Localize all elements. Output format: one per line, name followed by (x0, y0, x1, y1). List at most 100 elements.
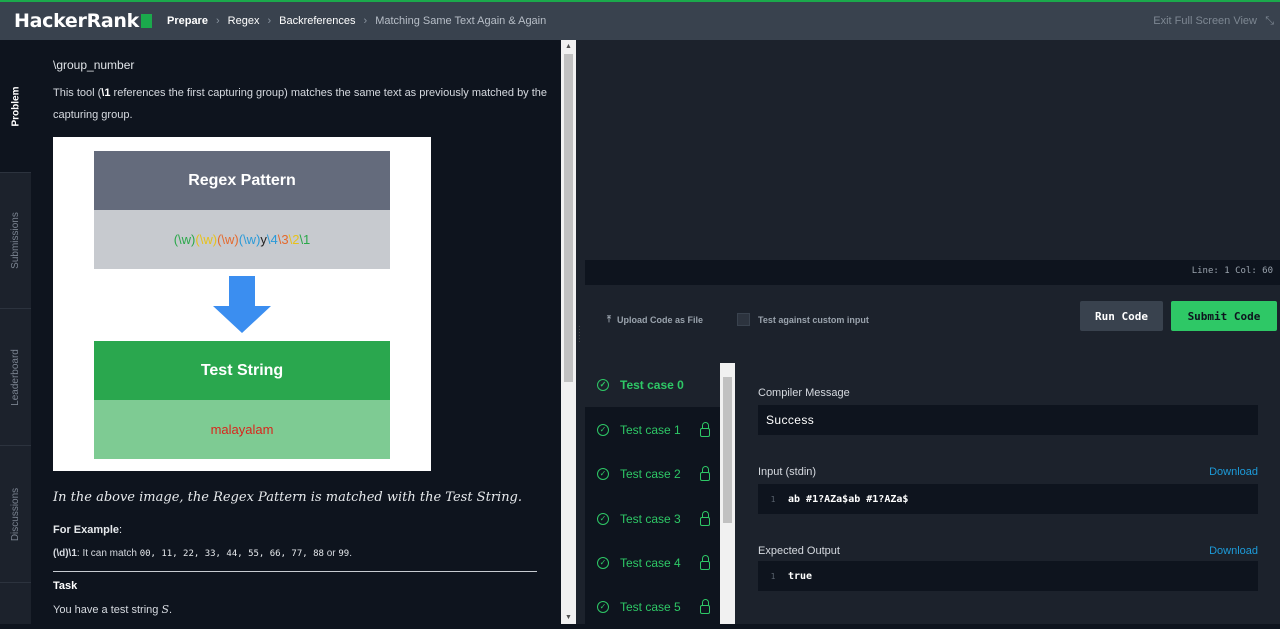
code-editor[interactable] (585, 40, 1280, 260)
intro-text: This tool (\1 references the first captu… (53, 82, 548, 126)
lock-icon (700, 599, 710, 614)
task-heading: Task (53, 580, 78, 592)
pattern-token: \3 (277, 232, 289, 247)
scroll-up-icon[interactable]: ▲ (565, 43, 572, 50)
expected-output-box: 1 true (758, 561, 1258, 591)
tab-problem-label: Problem (10, 85, 22, 127)
lock-icon (700, 422, 710, 437)
custom-input-checkbox[interactable] (737, 313, 750, 326)
scrollbar-thumb[interactable] (564, 54, 573, 382)
test-list-scrollbar[interactable] (720, 363, 735, 624)
test-case-label: Test case 1 (620, 423, 681, 437)
task-end: . (169, 604, 173, 616)
example-heading: For Example: (53, 524, 123, 536)
tab-discussions-label: Discussions (10, 487, 22, 541)
pattern-token: \1 (299, 232, 311, 247)
breadcrumb: Prepare › Regex › Backreferences › Match… (167, 15, 546, 27)
pattern-token: \2 (288, 232, 300, 247)
pattern-title: Regex Pattern (188, 171, 296, 189)
pattern-token: (\w) (195, 232, 218, 247)
upload-icon: ⤒ (607, 314, 611, 324)
tab-leaderboard[interactable]: Leaderboard (0, 309, 31, 446)
problem-scrollbar[interactable]: ▲ ▼ (561, 40, 576, 624)
custom-input-toggle[interactable]: Test against custom input (737, 313, 869, 326)
action-bar: ⤒ Upload Code as File Test against custo… (585, 285, 1280, 363)
upload-label: Upload Code as File (616, 314, 703, 325)
hackerrank-logo[interactable]: HackerRank (14, 10, 152, 32)
example-line: (\d)\1: It can match 00, 11, 22, 33, 44,… (53, 548, 353, 559)
input-download-link[interactable]: Download (1209, 466, 1258, 478)
test-case-label: Test case 2 (620, 467, 681, 481)
test-case-item[interactable]: ✓ Test case 1 (585, 408, 720, 452)
check-circle-icon: ✓ (597, 379, 609, 391)
breadcrumb-regex[interactable]: Regex (228, 15, 260, 27)
tab-submissions[interactable]: Submissions (0, 173, 31, 309)
pattern-token: (\w) (238, 232, 261, 247)
custom-input-label: Test against custom input (758, 314, 869, 325)
pattern-token: (\w) (217, 232, 239, 247)
grip-icon: · · · · · · (578, 322, 581, 346)
test-case-label: Test case 3 (620, 512, 681, 526)
test-case-list: ✓ Test case 0 ✓ Test case 1 ✓ Test case … (585, 363, 735, 624)
compiler-message-label: Compiler Message (758, 387, 850, 399)
test-case-item[interactable]: ✓ Test case 3 (585, 497, 720, 541)
lock-icon (700, 555, 710, 570)
exit-fullscreen-link[interactable]: Exit Full Screen View (1153, 15, 1257, 27)
results-panel: Compiler Message Success Input (stdin) D… (735, 363, 1280, 624)
example-or: or (323, 548, 339, 559)
check-circle-icon: ✓ (597, 424, 609, 436)
cursor-position: Line: 1 Col: 60 (1191, 266, 1273, 276)
section-heading: \group_number (53, 58, 135, 72)
run-code-button[interactable]: Run Code (1080, 301, 1163, 331)
example-label: For Example (53, 524, 120, 536)
check-circle-icon: ✓ (597, 513, 609, 525)
check-circle-icon: ✓ (597, 468, 609, 480)
top-bar: HackerRank Prepare › Regex › Backreferen… (0, 0, 1280, 40)
upload-code-button[interactable]: ⤒ Upload Code as File (607, 314, 703, 325)
example-pattern: (\d)\1 (53, 548, 77, 559)
regex-diagram: Regex Pattern (\w)(\w)(\w)(\w)y\4\3\2\1 … (53, 137, 431, 471)
test-case-label: Test case 4 (620, 556, 681, 570)
check-circle-icon: ✓ (597, 557, 609, 569)
collapse-icon[interactable]: ⤡ (1265, 15, 1274, 28)
line-number: 1 (770, 571, 776, 581)
task-prefix: You have a test string (53, 604, 162, 616)
task-text: You have a test string S. (53, 603, 172, 616)
expected-download-link[interactable]: Download (1209, 545, 1258, 557)
tab-submissions-label: Submissions (10, 212, 22, 269)
pattern-token: (\w) (173, 232, 196, 247)
tab-leaderboard-label: Leaderboard (10, 348, 21, 406)
pattern-tokens: (\w)(\w)(\w)(\w)y\4\3\2\1 (174, 232, 311, 247)
scrollbar-thumb[interactable] (723, 377, 732, 523)
submit-code-button[interactable]: Submit Code (1171, 301, 1277, 331)
test-case-item[interactable]: ✓ Test case 5 (585, 585, 720, 629)
test-case-label: Test case 5 (620, 600, 681, 614)
breadcrumb-prepare[interactable]: Prepare (167, 15, 208, 27)
scroll-down-icon[interactable]: ▼ (565, 614, 572, 621)
breadcrumb-backreferences[interactable]: Backreferences (279, 15, 355, 27)
chevron-right-icon: › (267, 15, 272, 27)
divider (53, 571, 537, 572)
lock-icon (700, 511, 710, 526)
example-last: 99 (338, 549, 350, 559)
arrow-down-icon (213, 276, 271, 333)
tab-problem[interactable]: Problem (0, 40, 31, 173)
check-circle-icon: ✓ (597, 601, 609, 613)
line-number: 1 (770, 494, 776, 504)
test-value: malayalam (210, 422, 274, 437)
lock-icon (700, 466, 710, 481)
editor-status-bar: Line: 1 Col: 60 (585, 260, 1280, 285)
test-case-label: Test case 0 (620, 378, 684, 392)
test-header: Test String (94, 341, 390, 400)
test-case-item[interactable]: ✓ Test case 4 (585, 541, 720, 585)
test-case-item[interactable]: ✓ Test case 2 (585, 452, 720, 496)
test-body: malayalam (94, 400, 390, 459)
tab-discussions[interactable]: Discussions (0, 446, 31, 583)
intro-prefix: This tool ( (53, 87, 102, 99)
test-case-item[interactable]: ✓ Test case 0 (585, 363, 720, 407)
pane-resize-handle[interactable]: · · · · · · (576, 40, 585, 624)
pattern-header: Regex Pattern (94, 151, 390, 210)
pattern-token: \4 (266, 232, 278, 247)
chevron-right-icon: › (215, 15, 220, 27)
input-box: 1 ab #1?AZa$ab #1?AZa$ (758, 484, 1258, 514)
